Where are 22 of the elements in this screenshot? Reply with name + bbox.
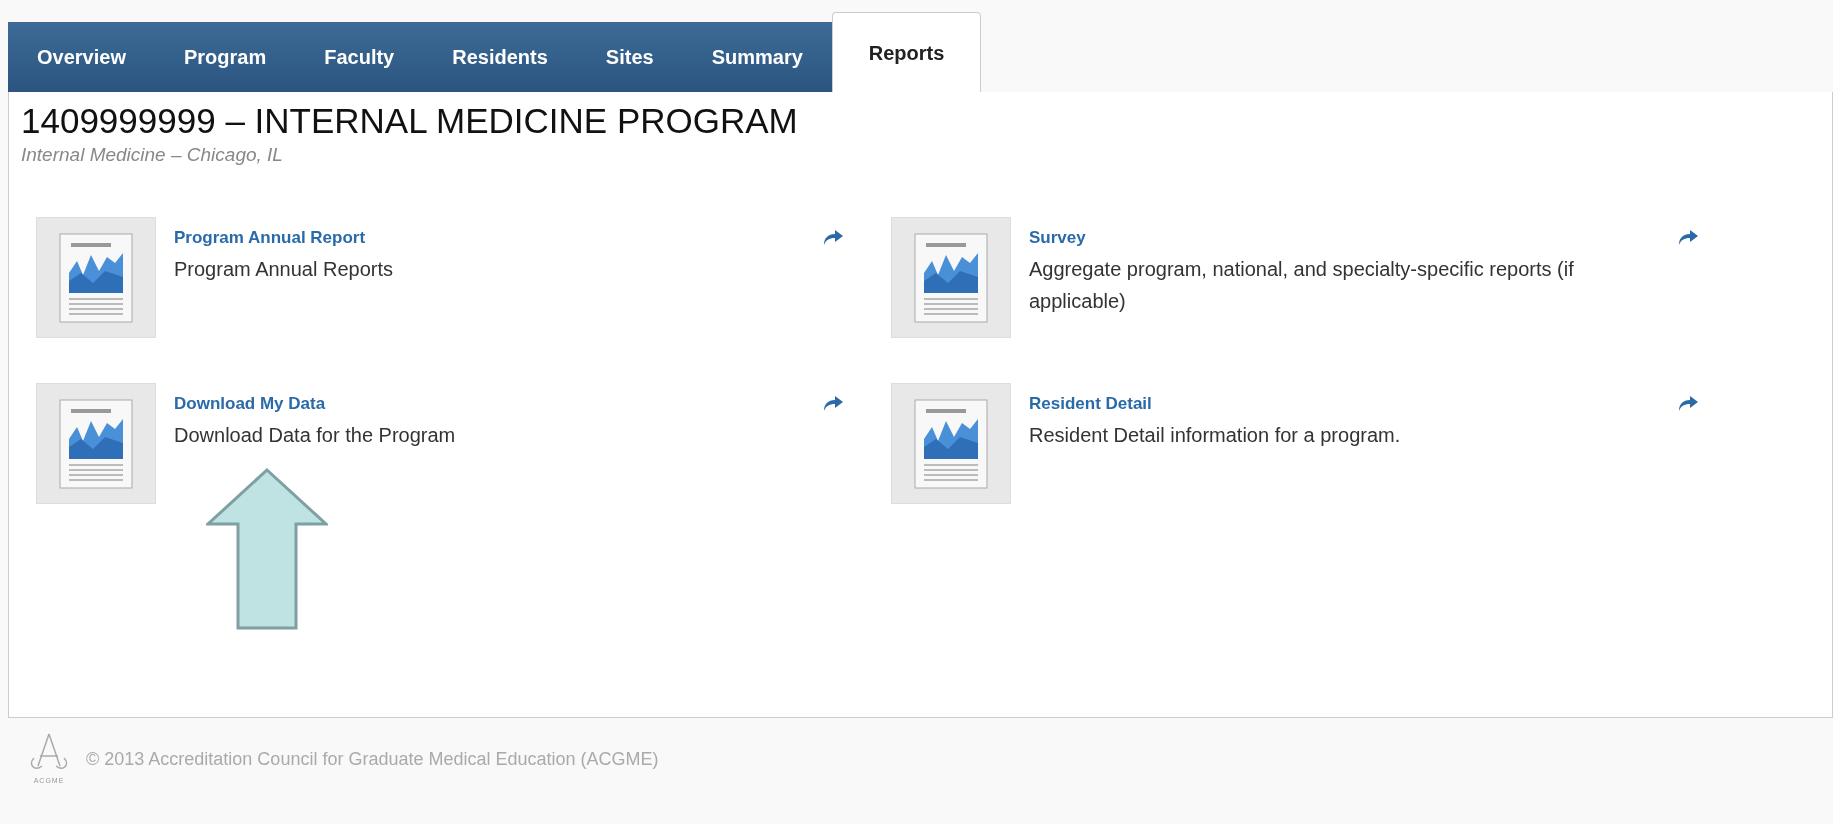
nav-tab[interactable]: Residents [423,22,577,92]
copyright-text: © 2013 Accreditation Council for Graduate Medical Education (ACGME) [86,747,659,771]
program-title: 1409999999 – INTERNAL MEDICINE PROGRAM [21,102,799,141]
report-link[interactable]: Resident Detail [1029,391,1152,417]
report-link[interactable]: Download My Data [174,391,326,417]
nav-tab[interactable]: Faculty [295,22,424,92]
report-description: Download Data for the Program [174,422,457,448]
nav-tab[interactable]: Reports [831,12,982,92]
report-description: Program Annual Reports [174,256,394,282]
report-description: Resident Detail information for a program. [1029,422,1402,448]
report-thumbnail-icon [36,217,156,338]
program-subtitle: Internal Medicine – Chicago, IL [21,142,284,167]
report-thumbnail-icon [36,383,156,504]
nav-tab[interactable]: Overview [8,22,155,92]
report-link[interactable]: Program Annual Report [174,225,366,251]
report-link[interactable]: Survey [1029,225,1086,251]
nav-tab[interactable]: Summary [682,22,832,92]
report-description: Aggregate program, national, and specialty-specific reports (if applicable) [1029,256,1575,314]
nav-tab[interactable]: Program [154,22,296,92]
report-thumbnail-icon [891,383,1011,504]
report-thumbnail-icon [891,217,1011,338]
nav-tab[interactable]: Sites [576,22,683,92]
